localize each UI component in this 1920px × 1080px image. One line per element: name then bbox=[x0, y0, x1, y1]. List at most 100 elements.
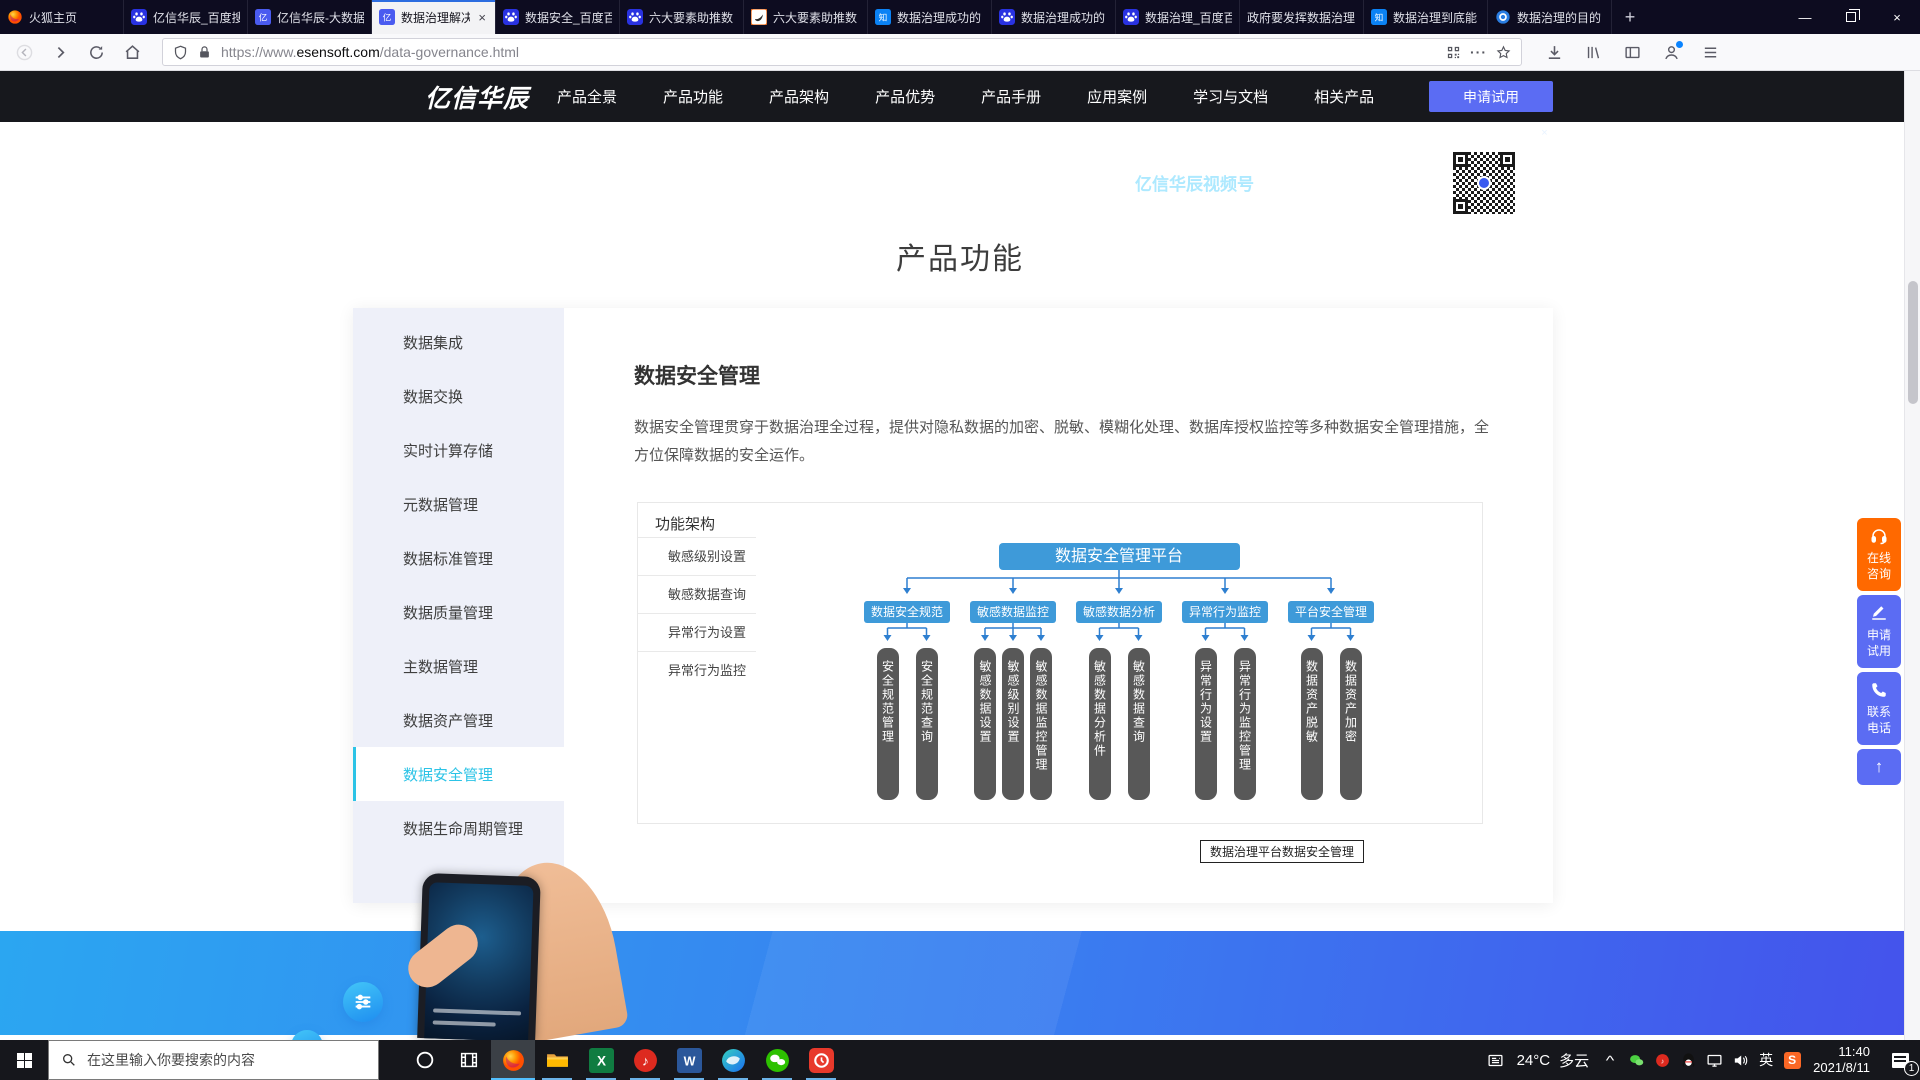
new-tab-button[interactable]: + bbox=[1612, 0, 1648, 34]
diagram-bar-0-1: 安全规范查询 bbox=[916, 648, 938, 800]
diagram-tab-label[interactable]: 功能架构 bbox=[655, 513, 715, 534]
close-button[interactable]: × bbox=[1874, 0, 1920, 34]
site-nav-item-7[interactable]: 相关产品 bbox=[1314, 86, 1374, 107]
tray-volume-icon[interactable] bbox=[1727, 1040, 1753, 1080]
taskbar-app-redapp[interactable] bbox=[799, 1040, 843, 1080]
maximize-button[interactable] bbox=[1828, 0, 1874, 34]
ime-indicator[interactable]: 英 bbox=[1753, 1040, 1779, 1080]
tray-network-icon[interactable] bbox=[1701, 1040, 1727, 1080]
sidebar-item-7[interactable]: 数据资产管理 bbox=[353, 693, 564, 747]
taskbar-search-box[interactable]: 在这里输入你要搜索的内容 bbox=[48, 1040, 379, 1080]
diagram-menu-item-1[interactable]: 敏感数据查询 bbox=[638, 575, 756, 613]
action-center-button[interactable]: 1 bbox=[1880, 1040, 1920, 1080]
tray-netease-mini-icon[interactable]: ♪ bbox=[1649, 1040, 1675, 1080]
library-icon[interactable] bbox=[1583, 42, 1603, 62]
diagram-menu-item-2[interactable]: 异常行为设置 bbox=[638, 613, 756, 651]
browser-tab-5[interactable]: 六大要素助推数 bbox=[620, 0, 744, 34]
minimize-button[interactable]: — bbox=[1782, 0, 1828, 34]
baidu-favicon bbox=[999, 9, 1015, 25]
taskbar-app-firefox[interactable] bbox=[491, 1040, 535, 1080]
page-actions-icon[interactable]: ··· bbox=[1470, 44, 1487, 60]
hidden-icons-chevron[interactable]: ^ bbox=[1592, 1040, 1628, 1080]
sidebar-item-6[interactable]: 主数据管理 bbox=[353, 639, 564, 693]
banner-close-icon[interactable]: × bbox=[1536, 125, 1553, 142]
diagram-menu-item-3[interactable]: 异常行为监控 bbox=[638, 651, 756, 689]
taskbar-app-edge[interactable] bbox=[711, 1040, 755, 1080]
browser-tab-6[interactable]: 六大要素助推数 bbox=[744, 0, 868, 34]
sidebar-item-5[interactable]: 数据质量管理 bbox=[353, 585, 564, 639]
browser-tab-0[interactable]: 火狐主页 bbox=[0, 0, 124, 34]
cortana-button[interactable] bbox=[403, 1040, 447, 1080]
sidebar-item-0[interactable]: 数据集成 bbox=[353, 315, 564, 369]
page-scrollbar[interactable] bbox=[1904, 71, 1920, 1040]
site-logo[interactable]: 亿信华辰 bbox=[425, 79, 529, 115]
browser-tab-8[interactable]: 数据治理成功的 bbox=[992, 0, 1116, 34]
browser-tab-7[interactable]: 知数据治理成功的 bbox=[868, 0, 992, 34]
apply-trial-button[interactable]: 申请试用 bbox=[1429, 81, 1553, 112]
group-connector-wrap bbox=[1076, 623, 1162, 648]
browser-tab-4[interactable]: 数据安全_百度百 bbox=[496, 0, 620, 34]
qr-scan-icon[interactable] bbox=[1446, 45, 1461, 60]
float-headset-button[interactable]: 在线 咨询 bbox=[1857, 518, 1901, 591]
browser-tab-10[interactable]: 政府要发挥数据治理 bbox=[1240, 0, 1364, 34]
taskbar-app-netease[interactable]: ♪ bbox=[623, 1040, 667, 1080]
float-back-to-top-button[interactable]: ↑ bbox=[1857, 749, 1901, 785]
sidebar-item-3[interactable]: 元数据管理 bbox=[353, 477, 564, 531]
tab-title: 数据治理到底能 bbox=[1393, 9, 1480, 26]
downloads-icon[interactable] bbox=[1544, 42, 1564, 62]
browser-tab-9[interactable]: 数据治理_百度百 bbox=[1116, 0, 1240, 34]
start-button[interactable] bbox=[0, 1040, 48, 1080]
site-nav-item-3[interactable]: 产品优势 bbox=[875, 86, 935, 107]
url-text: https://www.esensoft.com/data-governance… bbox=[221, 44, 1437, 60]
sidebar-item-9[interactable]: 数据生命周期管理 bbox=[353, 801, 564, 855]
account-icon[interactable] bbox=[1661, 42, 1681, 62]
diagram-bars: 安全规范管理安全规范查询 bbox=[877, 648, 938, 800]
site-nav-item-6[interactable]: 学习与文档 bbox=[1193, 86, 1268, 107]
taskbar-app-word[interactable]: W bbox=[667, 1040, 711, 1080]
float-pencil-button[interactable]: 申请 试用 bbox=[1857, 595, 1901, 668]
home-button[interactable] bbox=[122, 42, 142, 62]
task-view-button[interactable] bbox=[447, 1040, 491, 1080]
bookmark-star-icon[interactable] bbox=[1496, 45, 1511, 60]
browser-tab-3[interactable]: 亿数据治理解决× bbox=[372, 0, 496, 34]
browser-tab-11[interactable]: 知数据治理到底能 bbox=[1364, 0, 1488, 34]
sidebar-item-4[interactable]: 数据标准管理 bbox=[353, 531, 564, 585]
sogou-icon[interactable]: S bbox=[1779, 1040, 1805, 1080]
reload-button[interactable] bbox=[86, 42, 106, 62]
site-nav-item-5[interactable]: 应用案例 bbox=[1087, 86, 1147, 107]
diagram-menu-item-0[interactable]: 敏感级别设置 bbox=[638, 537, 756, 575]
url-bar[interactable]: https://www.esensoft.com/data-governance… bbox=[162, 38, 1522, 66]
back-button[interactable] bbox=[14, 42, 34, 62]
forward-button[interactable] bbox=[50, 42, 70, 62]
site-nav-item-0[interactable]: 产品全景 bbox=[557, 86, 617, 107]
site-nav-item-1[interactable]: 产品功能 bbox=[663, 86, 723, 107]
sidebar-toggle-icon[interactable] bbox=[1622, 42, 1642, 62]
taskbar-app-explorer[interactable] bbox=[535, 1040, 579, 1080]
news-widget-icon[interactable] bbox=[1483, 1040, 1509, 1080]
menu-hamburger-icon[interactable] bbox=[1700, 42, 1720, 62]
sidebar-item-8[interactable]: 数据安全管理 bbox=[353, 747, 564, 801]
baidu-favicon bbox=[627, 9, 643, 25]
tab-close-icon[interactable]: × bbox=[476, 10, 488, 25]
sidebar-item-2[interactable]: 实时计算存储 bbox=[353, 423, 564, 477]
diagram-bars: 敏感数据分析件敏感数据查询 bbox=[1089, 648, 1150, 800]
lock-icon[interactable] bbox=[197, 45, 212, 60]
browser-tab-1[interactable]: 亿信华辰_百度搜 bbox=[124, 0, 248, 34]
diagram-group-label-2: 敏感数据分析 bbox=[1076, 601, 1162, 623]
float-label: 申请 试用 bbox=[1867, 627, 1891, 659]
taskbar-app-wechat[interactable] bbox=[755, 1040, 799, 1080]
banner-follow-pill[interactable]: 扫码关注亿信华辰视频号发现更多精彩 bbox=[1010, 163, 1413, 201]
float-phone-button[interactable]: 联系 电话 bbox=[1857, 672, 1901, 745]
sidebar-item-1[interactable]: 数据交换 bbox=[353, 369, 564, 423]
taskbar-app-excel[interactable]: X bbox=[579, 1040, 623, 1080]
tray-qq-icon[interactable] bbox=[1675, 1040, 1701, 1080]
tracking-shield-icon[interactable] bbox=[173, 45, 188, 60]
site-nav-item-2[interactable]: 产品架构 bbox=[769, 86, 829, 107]
scrollbar-thumb[interactable] bbox=[1908, 281, 1918, 404]
explorer-icon bbox=[545, 1048, 570, 1073]
site-nav-item-4[interactable]: 产品手册 bbox=[981, 86, 1041, 107]
weather-widget[interactable]: 24°C多云 bbox=[1509, 1050, 1598, 1071]
browser-tab-12[interactable]: 数据治理的目的 bbox=[1488, 0, 1612, 34]
taskbar-clock[interactable]: 11:402021/8/11 bbox=[1805, 1044, 1880, 1076]
browser-tab-2[interactable]: 亿亿信华辰-大数据 bbox=[248, 0, 372, 34]
